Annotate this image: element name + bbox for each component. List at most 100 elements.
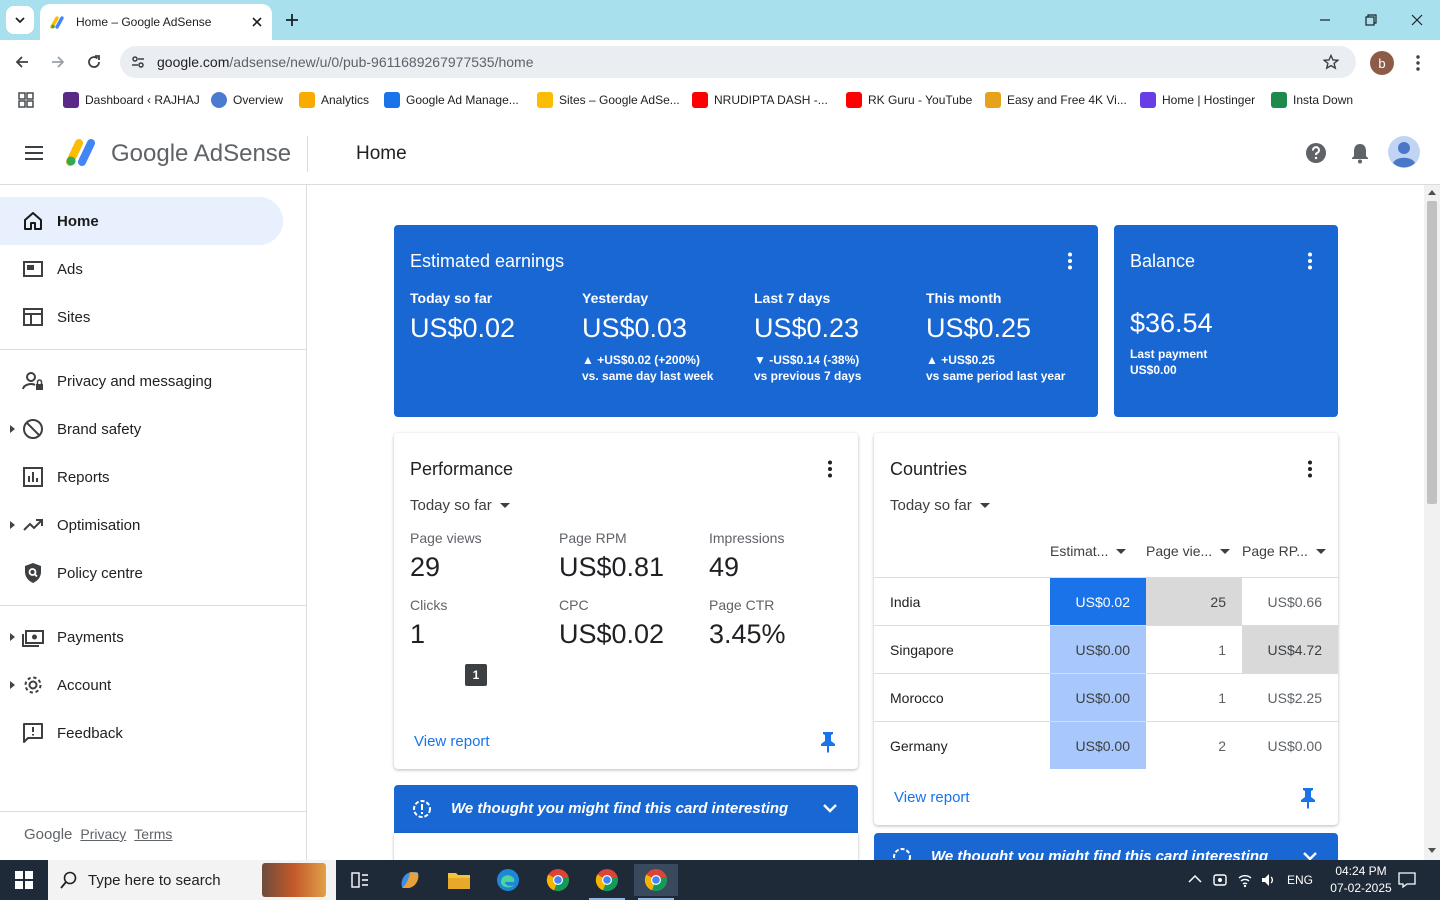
bookmark-item[interactable]: Sites – Google AdSe... (537, 92, 680, 108)
expand-more-icon[interactable] (1302, 851, 1318, 860)
performance-range-dropdown[interactable]: Today so far (410, 497, 510, 514)
notifications-icon[interactable] (1350, 142, 1370, 164)
language-indicator[interactable]: ENG (1287, 873, 1313, 887)
balance-menu-button[interactable] (1300, 249, 1320, 273)
table-row: India US$0.02 25 US$0.66 (874, 577, 1338, 625)
address-bar[interactable]: google.com/adsense/new/u/0/pub-961168926… (120, 46, 1356, 78)
chrome-icon (595, 869, 618, 892)
url-path: /adsense/new/u/0/pub-9611689267977535/ho… (229, 54, 534, 70)
bookmark-item[interactable]: Analytics (299, 92, 369, 108)
chevron-down-icon (15, 17, 25, 24)
bookmark-item[interactable]: Overview (211, 92, 283, 108)
copilot-button[interactable] (388, 864, 432, 896)
browser-menu-button[interactable] (1408, 51, 1428, 75)
view-report-link[interactable]: View report (414, 733, 490, 750)
close-icon[interactable] (252, 17, 262, 27)
bookmark-item[interactable]: Google Ad Manage... (384, 92, 519, 108)
scrollbar-thumb[interactable] (1427, 201, 1437, 504)
chrome-active-button[interactable] (634, 864, 678, 900)
restore-button[interactable] (1348, 4, 1394, 36)
column-header-earnings[interactable]: Estimat... (1050, 543, 1127, 559)
tab-search-button[interactable] (6, 6, 34, 34)
interesting-card-banner[interactable]: We thought you might find this card inte… (394, 785, 858, 833)
bookmark-item[interactable]: Easy and Free 4K Vi... (985, 92, 1127, 108)
clock-time[interactable]: 04:24 PM (1324, 864, 1398, 878)
sidebar-item-policy-centre[interactable]: Policy centre (0, 549, 283, 597)
star-icon[interactable] (1323, 54, 1339, 70)
site-info-icon[interactable] (130, 54, 146, 70)
metric-value: US$0.25 (926, 313, 1032, 343)
analytics-icon (299, 92, 315, 108)
sidebar-item-ads[interactable]: Ads (0, 245, 283, 293)
browser-tab-bar: Home – Google AdSense (0, 0, 1440, 40)
bookmark-item[interactable]: Dashboard ‹ RAJHAJ (63, 92, 200, 108)
scroll-down-icon[interactable] (1428, 848, 1436, 854)
apps-grid-icon[interactable] (18, 92, 34, 108)
adsense-logo-icon (66, 139, 95, 166)
view-report-link[interactable]: View report (894, 789, 970, 806)
edge-button[interactable] (486, 864, 530, 896)
bookmark-item[interactable]: RK Guru - YouTube (846, 92, 972, 108)
sidebar-item-account[interactable]: Account (0, 661, 283, 709)
sidebar-item-optimisation[interactable]: Optimisation (0, 501, 283, 549)
sidebar-item-feedback[interactable]: Feedback (0, 709, 283, 757)
clock-date[interactable]: 07-02-2025 (1324, 881, 1398, 895)
overview-icon (211, 92, 227, 108)
forward-button[interactable] (44, 48, 72, 76)
notification-center-icon[interactable] (1398, 871, 1416, 889)
column-header-page-views[interactable]: Page vie... (1146, 543, 1231, 559)
bookmarks-bar: Dashboard ‹ RAJHAJ Overview Analytics Go… (0, 85, 1440, 115)
bookmark-item[interactable]: Insta Down (1271, 92, 1353, 108)
sidebar-item-privacy[interactable]: Privacy and messaging (0, 357, 283, 405)
terms-link[interactable]: Terms (134, 826, 172, 843)
performance-menu-button[interactable] (820, 457, 840, 481)
chevron-up-icon[interactable] (1188, 874, 1202, 884)
close-window-button[interactable] (1394, 4, 1440, 36)
sidebar-item-payments[interactable]: Payments (0, 613, 283, 661)
pin-icon[interactable] (1300, 787, 1316, 809)
new-tab-button[interactable] (280, 8, 304, 32)
task-view-button[interactable] (338, 864, 382, 896)
help-icon[interactable] (1305, 142, 1327, 164)
metric-compare: vs previous 7 days (754, 369, 862, 383)
countries-range-dropdown[interactable]: Today so far (890, 497, 990, 514)
metric-compare: vs same period last year (926, 369, 1066, 383)
reload-button[interactable] (80, 48, 108, 76)
file-explorer-button[interactable] (437, 864, 481, 896)
sidebar-item-sites[interactable]: Sites (0, 293, 283, 341)
page-scrollbar[interactable] (1424, 185, 1440, 860)
product-name: Google AdSense (111, 140, 292, 167)
main-menu-button[interactable] (20, 142, 48, 164)
chrome-button[interactable] (536, 864, 580, 896)
youtube-icon (692, 92, 708, 108)
sidebar-item-brand-safety[interactable]: Brand safety (0, 405, 283, 453)
wifi-icon[interactable] (1237, 872, 1253, 888)
sidebar-item-label: Optimisation (57, 516, 141, 534)
account-avatar-icon[interactable] (1388, 136, 1420, 168)
profile-avatar[interactable]: b (1370, 51, 1394, 75)
sidebar-item-label: Home (57, 212, 99, 230)
column-header-page-rpm[interactable]: Page RP... (1242, 543, 1326, 559)
browser-tab[interactable]: Home – Google AdSense (40, 4, 272, 40)
bookmark-item[interactable]: NRUDIPTA DASH -... (692, 92, 828, 108)
sidebar-item-reports[interactable]: Reports (0, 453, 283, 501)
taskbar-search-box[interactable]: Type here to search (48, 860, 336, 900)
back-button[interactable] (8, 48, 36, 76)
earnings-menu-button[interactable] (1060, 249, 1080, 273)
table-row: Morocco US$0.00 1 US$2.25 (874, 673, 1338, 721)
privacy-link[interactable]: Privacy (80, 826, 126, 843)
start-button[interactable] (2, 864, 46, 896)
sidebar-item-home[interactable]: Home (0, 197, 283, 245)
interesting-card-banner-2[interactable]: We thought you might find this card inte… (874, 833, 1338, 860)
countries-menu-button[interactable] (1300, 457, 1320, 481)
scroll-up-icon[interactable] (1428, 189, 1436, 195)
volume-icon[interactable] (1260, 872, 1276, 888)
expand-more-icon[interactable] (822, 803, 838, 815)
estimated-earnings-card: Estimated earnings Today so far US$0.02 … (394, 225, 1098, 417)
metric-value: 1 (410, 619, 426, 649)
minimize-button[interactable] (1302, 4, 1348, 36)
chrome-profile-button[interactable] (585, 864, 629, 900)
bookmark-item[interactable]: Home | Hostinger (1140, 92, 1255, 108)
meet-now-icon[interactable] (1213, 872, 1227, 888)
pin-icon[interactable] (820, 731, 836, 753)
